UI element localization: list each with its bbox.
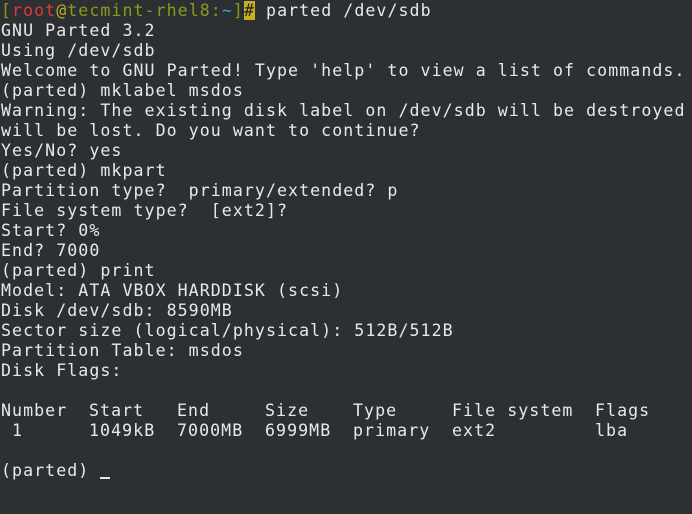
output-line: (parted) print: [1, 261, 156, 280]
prompt-host: tecmint-rhel8: [67, 1, 211, 20]
cell-type: primary: [353, 421, 431, 440]
output-line: will be lost. Do you want to continue?: [1, 121, 421, 140]
prompt-cwd: ~: [221, 1, 233, 20]
output-line: Welcome to GNU Parted! Type 'help' to vi…: [1, 61, 686, 80]
col-header-type: Type: [353, 401, 398, 420]
prompt-close-bracket: ]: [232, 1, 244, 20]
cell-flags: lba: [595, 421, 629, 440]
parted-prompt: (parted): [1, 461, 101, 480]
col-header-size: Size: [265, 401, 310, 420]
terminal-window[interactable]: [root@tecmint-rhel8:~]# parted /dev/sdb …: [0, 0, 692, 514]
cell-filesystem: ext2: [452, 421, 497, 440]
output-line: End? 7000: [1, 241, 101, 260]
partition-table-header: Number Start End Size Type File system F…: [0, 401, 692, 421]
cell-start: 1049kB: [89, 421, 156, 440]
text-cursor: [100, 477, 111, 479]
prompt-open-bracket: [: [1, 1, 13, 20]
cell-end: 7000MB: [177, 421, 244, 440]
output-line: Yes/No? yes: [1, 141, 123, 160]
shell-prompt-line: [root@tecmint-rhel8:~]# parted /dev/sdb: [0, 1, 692, 21]
output-line: File system type? [ext2]?: [1, 201, 289, 220]
output-line: Start? 0%: [1, 221, 101, 240]
prompt-at: @: [56, 1, 68, 20]
output-line: Using /dev/sdb: [1, 41, 156, 60]
output-line: Sector size (logical/physical): 512B/512…: [1, 321, 454, 340]
output-line: Model: ATA VBOX HARDDISK (scsi): [1, 281, 344, 300]
col-header-end: End: [177, 401, 211, 420]
cell-size: 6999MB: [265, 421, 332, 440]
prompt-hash-symbol: #: [243, 1, 255, 20]
output-line: (parted) mkpart: [1, 161, 167, 180]
col-header-flags: Flags: [595, 401, 651, 420]
cell-number: 1: [1, 421, 24, 440]
prompt-user: root: [12, 1, 57, 20]
partition-table-row: 1 1049kB 7000MB 6999MB primary ext2 lba: [0, 421, 692, 441]
output-line: Partition type? primary/extended? p: [1, 181, 399, 200]
output-line: Disk /dev/sdb: 8590MB: [1, 301, 233, 320]
parted-input-line[interactable]: (parted): [0, 461, 692, 481]
output-line: GNU Parted 3.2: [1, 21, 156, 40]
col-header-start: Start: [89, 401, 145, 420]
col-header-number: Number: [1, 401, 68, 420]
output-line: Warning: The existing disk label on /dev…: [1, 101, 686, 120]
command-text: parted /dev/sdb: [254, 1, 432, 20]
output-line: Partition Table: msdos: [1, 341, 244, 360]
prompt-colon: :: [210, 1, 222, 20]
output-line: (parted) mklabel msdos: [1, 81, 244, 100]
col-header-filesystem: File system: [452, 401, 574, 420]
output-line: Disk Flags:: [1, 361, 123, 380]
